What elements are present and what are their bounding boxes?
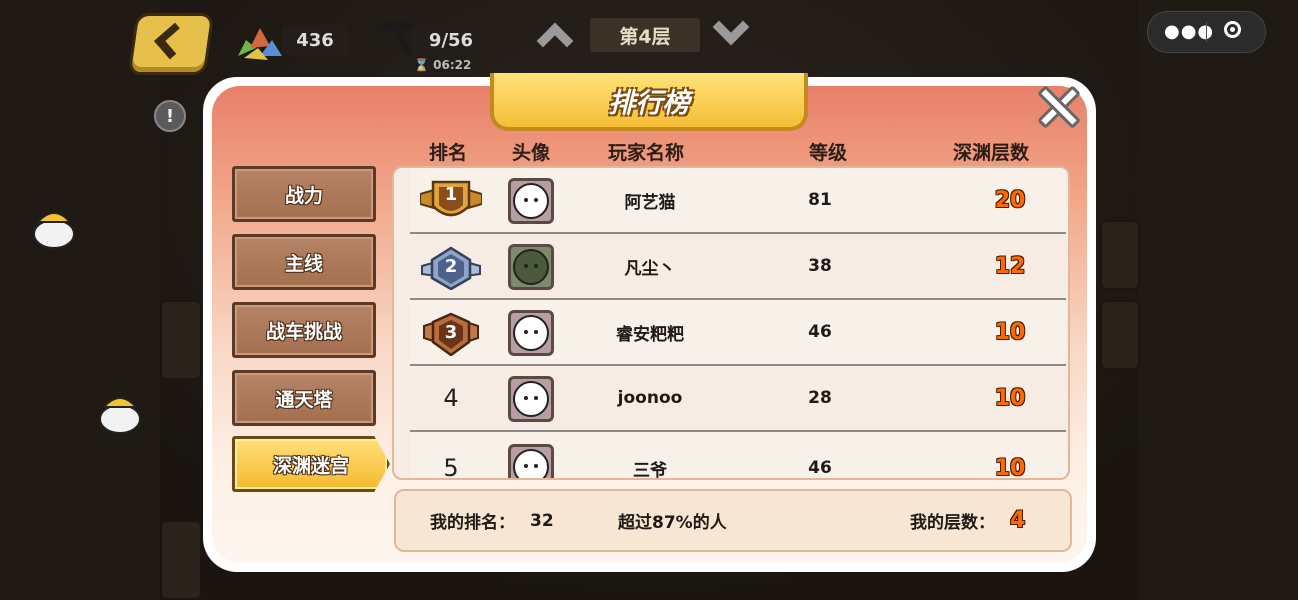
avatar[interactable] bbox=[508, 310, 554, 356]
avatar[interactable] bbox=[508, 244, 554, 290]
table-row[interactable]: 1 阿艺猫 81 20 bbox=[410, 168, 1066, 234]
ore-count: 436 bbox=[282, 25, 348, 55]
close-button[interactable] bbox=[1036, 84, 1082, 130]
ore-pile-icon bbox=[238, 28, 282, 60]
column-header-abyss-floors: 深渊层数 bbox=[953, 142, 1030, 164]
floor-label: 第4层 bbox=[590, 18, 700, 52]
tab-power[interactable]: 战力 bbox=[232, 166, 376, 222]
rank-number: 2 bbox=[444, 255, 458, 277]
regen-timer: ⌛ 06:22 bbox=[414, 58, 471, 72]
table-row[interactable]: 2 凡尘丶 38 12 bbox=[410, 234, 1066, 300]
percent-surpassed: 超过87%的人 bbox=[618, 513, 727, 533]
pickaxe-count: 9/56 bbox=[412, 25, 490, 55]
wall-brick bbox=[160, 300, 202, 380]
avatar[interactable] bbox=[508, 376, 554, 422]
column-header-avatar: 头像 bbox=[512, 142, 551, 164]
hourglass-icon: ⌛ bbox=[414, 58, 429, 72]
tab-sky-tower[interactable]: 通天塔 bbox=[232, 370, 376, 426]
abyss-floors: 10 bbox=[994, 455, 1026, 480]
table-row[interactable]: 4 joonoo 28 10 bbox=[410, 366, 1066, 432]
mine-wall-left bbox=[0, 0, 160, 600]
abyss-floors: 20 bbox=[994, 187, 1026, 213]
avatar[interactable] bbox=[508, 178, 554, 224]
my-rank-label: 我的排名： bbox=[430, 513, 515, 533]
floor-down-button[interactable] bbox=[712, 8, 750, 46]
leaderboard-title: 排行榜 bbox=[608, 87, 690, 119]
abyss-floors: 10 bbox=[994, 319, 1026, 345]
wechat-capsule: ●●● bbox=[1147, 11, 1266, 53]
avatar[interactable] bbox=[508, 444, 554, 478]
player-level: 28 bbox=[808, 388, 832, 408]
column-header-level: 等级 bbox=[809, 142, 848, 164]
player-level: 46 bbox=[808, 458, 832, 478]
table-row[interactable]: 3 睿安粑粑 46 10 bbox=[410, 300, 1066, 366]
info-icon[interactable]: ! bbox=[154, 100, 186, 132]
regen-timer-text: 06:22 bbox=[433, 58, 472, 72]
tab-chariot-challenge[interactable]: 战车挑战 bbox=[232, 302, 376, 358]
rank-number: 1 bbox=[444, 183, 458, 205]
back-button[interactable] bbox=[131, 16, 211, 72]
rank-number: 5 bbox=[443, 454, 459, 480]
tab-abyss-maze[interactable]: 深渊迷宫 bbox=[232, 436, 390, 492]
wall-brick bbox=[1100, 220, 1140, 290]
miner-cat-icon bbox=[33, 212, 75, 249]
leaderboard-title-banner: 排行榜 bbox=[490, 73, 808, 131]
player-level: 46 bbox=[808, 322, 832, 342]
column-header-player-name: 玩家名称 bbox=[608, 142, 685, 164]
player-name: 三爷 bbox=[633, 460, 667, 480]
target-circle-icon[interactable] bbox=[1224, 21, 1241, 38]
my-floor-label: 我的层数： bbox=[910, 513, 995, 533]
tab-main-story[interactable]: 主线 bbox=[232, 234, 376, 290]
player-name: joonoo bbox=[617, 388, 683, 408]
abyss-floors: 10 bbox=[994, 385, 1026, 411]
floor-up-button[interactable] bbox=[536, 22, 574, 60]
miner-cat-icon bbox=[99, 397, 141, 434]
capsule-divider bbox=[1206, 22, 1207, 42]
my-ranking-summary: 我的排名： 32 超过87%的人 我的层数： 4 bbox=[394, 489, 1072, 552]
ranking-list[interactable]: 1 阿艺猫 81 20 2 凡尘丶 38 12 3 睿安粑粑 46 10 4 j… bbox=[392, 166, 1070, 480]
player-name: 睿安粑粑 bbox=[616, 324, 684, 345]
player-level: 81 bbox=[808, 190, 832, 210]
wall-brick bbox=[160, 520, 202, 600]
abyss-floors: 12 bbox=[994, 253, 1026, 279]
player-name: 阿艺猫 bbox=[624, 192, 676, 213]
table-row[interactable]: 5 三爷 46 10 bbox=[410, 432, 1066, 480]
rank-number: 4 bbox=[443, 384, 459, 412]
wall-brick bbox=[1100, 300, 1140, 370]
my-rank-value: 32 bbox=[530, 510, 554, 531]
my-floor-value: 4 bbox=[1010, 508, 1026, 533]
column-header-rank: 排名 bbox=[429, 142, 468, 164]
mine-wall-right bbox=[1138, 0, 1298, 600]
rank-number: 3 bbox=[444, 321, 458, 343]
player-level: 38 bbox=[808, 256, 832, 276]
player-name: 凡尘丶 bbox=[624, 258, 676, 279]
